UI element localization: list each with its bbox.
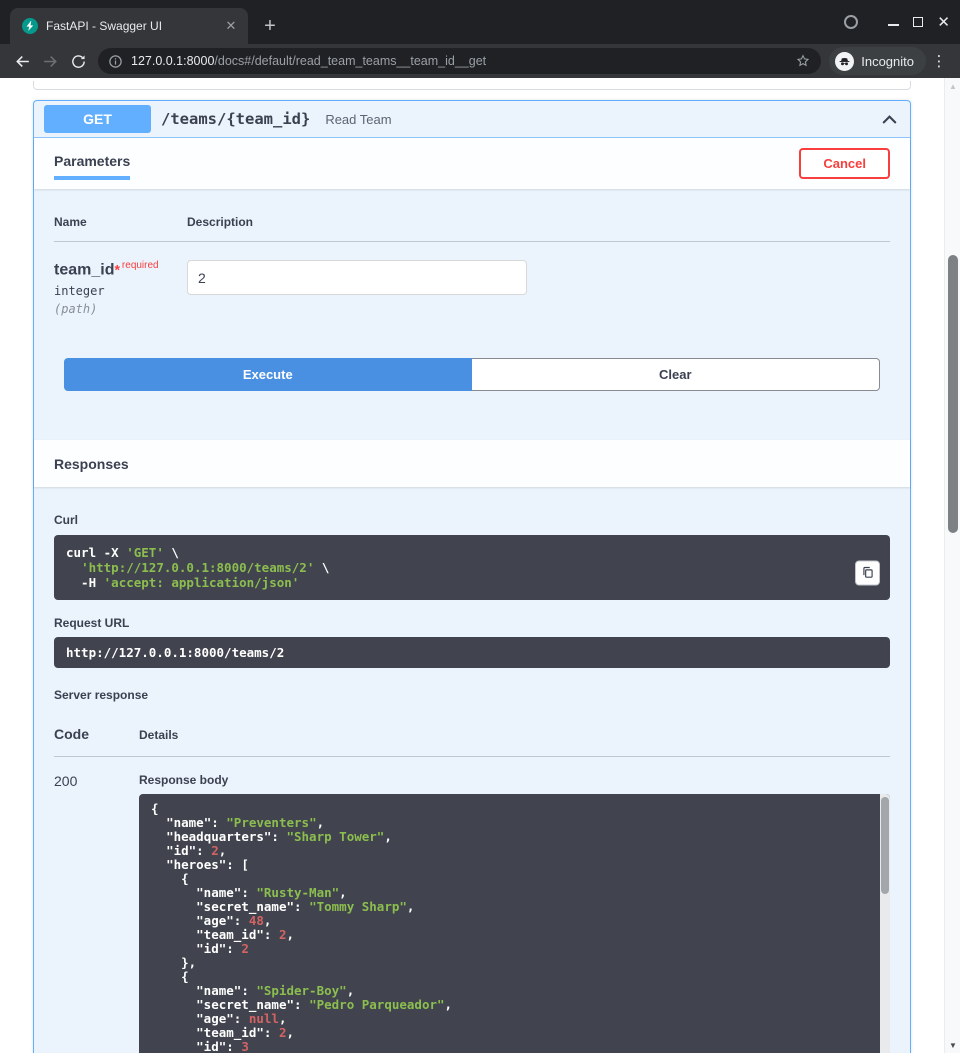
curl-label: Curl — [54, 513, 890, 527]
parameter-location: (path) — [54, 302, 187, 316]
parameter-type: integer — [54, 284, 187, 298]
forward-icon[interactable] — [36, 47, 64, 75]
url-origin: 127.0.0.1:8000 — [131, 54, 214, 68]
team-id-input[interactable] — [187, 260, 527, 295]
page-scroll-thumb[interactable] — [948, 255, 958, 533]
window-close-button[interactable]: ✕ — [937, 15, 950, 30]
site-info-icon[interactable] — [108, 54, 123, 69]
url-text: 127.0.0.1:8000/docs#/default/read_team_t… — [131, 54, 795, 68]
back-icon[interactable] — [8, 47, 36, 75]
window-minimize-button[interactable] — [888, 24, 899, 26]
new-tab-button[interactable]: + — [256, 12, 284, 40]
cancel-button[interactable]: Cancel — [799, 148, 890, 179]
url-path: /docs#/default/read_team_teams__team_id_… — [214, 54, 486, 68]
responses-body: Curl curl -X 'GET' \ 'http://127.0.0.1:8… — [34, 487, 910, 1053]
fastapi-favicon-icon — [22, 18, 38, 34]
server-response-label: Server response — [54, 688, 890, 702]
request-url-value: http://127.0.0.1:8000/teams/2 — [54, 637, 890, 668]
request-url-label: Request URL — [54, 616, 890, 630]
required-label: required — [122, 260, 159, 271]
parameters-body: Name Description team_id*required intege… — [34, 189, 910, 411]
url-bar[interactable]: 127.0.0.1:8000/docs#/default/read_team_t… — [98, 48, 821, 74]
previous-section-bottom — [33, 81, 911, 90]
clear-button[interactable]: Clear — [472, 358, 881, 391]
curl-block: curl -X 'GET' \ 'http://127.0.0.1:8000/t… — [54, 535, 890, 600]
column-header-name: Name — [54, 215, 187, 229]
tab-title: FastAPI - Swagger UI — [46, 19, 222, 33]
response-row: 200 Response body { "name": "Preventers"… — [54, 757, 890, 1053]
responses-header: Responses — [34, 440, 910, 487]
browser-menu-icon[interactable]: ⋮ — [926, 52, 952, 70]
scroll-down-icon[interactable]: ▼ — [945, 1037, 960, 1053]
browser-tab-strip: FastAPI - Swagger UI ✕ + ✕ — [0, 0, 960, 44]
response-body-label: Response body — [139, 773, 890, 787]
bookmark-star-icon[interactable] — [795, 53, 811, 69]
incognito-badge: Incognito — [829, 47, 926, 75]
column-header-description: Description — [187, 215, 890, 229]
reload-icon[interactable] — [64, 47, 92, 75]
browser-toolbar: 127.0.0.1:8000/docs#/default/read_team_t… — [0, 44, 960, 78]
code-column-header: Code — [54, 726, 139, 742]
responses-title: Responses — [54, 456, 129, 472]
endpoint-summary: Read Team — [325, 112, 878, 127]
incognito-icon — [835, 52, 854, 71]
response-body-scrollbar[interactable] — [880, 794, 890, 1053]
incognito-label: Incognito — [861, 54, 914, 69]
browser-tab[interactable]: FastAPI - Swagger UI ✕ — [10, 8, 248, 44]
parameters-title: Parameters — [54, 147, 130, 180]
parameters-header: Parameters Cancel — [34, 138, 910, 189]
scroll-up-icon[interactable]: ▲ — [945, 78, 960, 94]
collapse-chevron-icon[interactable] — [878, 110, 900, 129]
copy-icon[interactable] — [855, 560, 880, 585]
parameter-name: team_id*required — [54, 260, 187, 279]
parameter-row: team_id*required integer (path) — [54, 242, 890, 316]
endpoint-path: /teams/{team_id} — [161, 110, 310, 128]
profile-badge-icon[interactable] — [844, 15, 858, 29]
response-body-block: { "name": "Preventers", "headquarters": … — [139, 794, 890, 1053]
method-badge: GET — [44, 105, 151, 133]
execute-button[interactable]: Execute — [64, 358, 472, 391]
response-body-scroll-thumb[interactable] — [881, 797, 889, 894]
opblock-summary[interactable]: GET /teams/{team_id} Read Team — [34, 101, 910, 138]
swagger-page: GET /teams/{team_id} Read Team Parameter… — [0, 78, 944, 1053]
opblock-get-read-team: GET /teams/{team_id} Read Team Parameter… — [33, 100, 911, 1053]
details-column-header: Details — [139, 728, 890, 742]
page-scrollbar[interactable]: ▲ ▼ — [944, 78, 960, 1053]
status-code: 200 — [54, 773, 139, 1053]
required-star: * — [114, 261, 119, 277]
window-maximize-button[interactable] — [913, 17, 923, 27]
tab-close-icon[interactable]: ✕ — [222, 17, 240, 35]
